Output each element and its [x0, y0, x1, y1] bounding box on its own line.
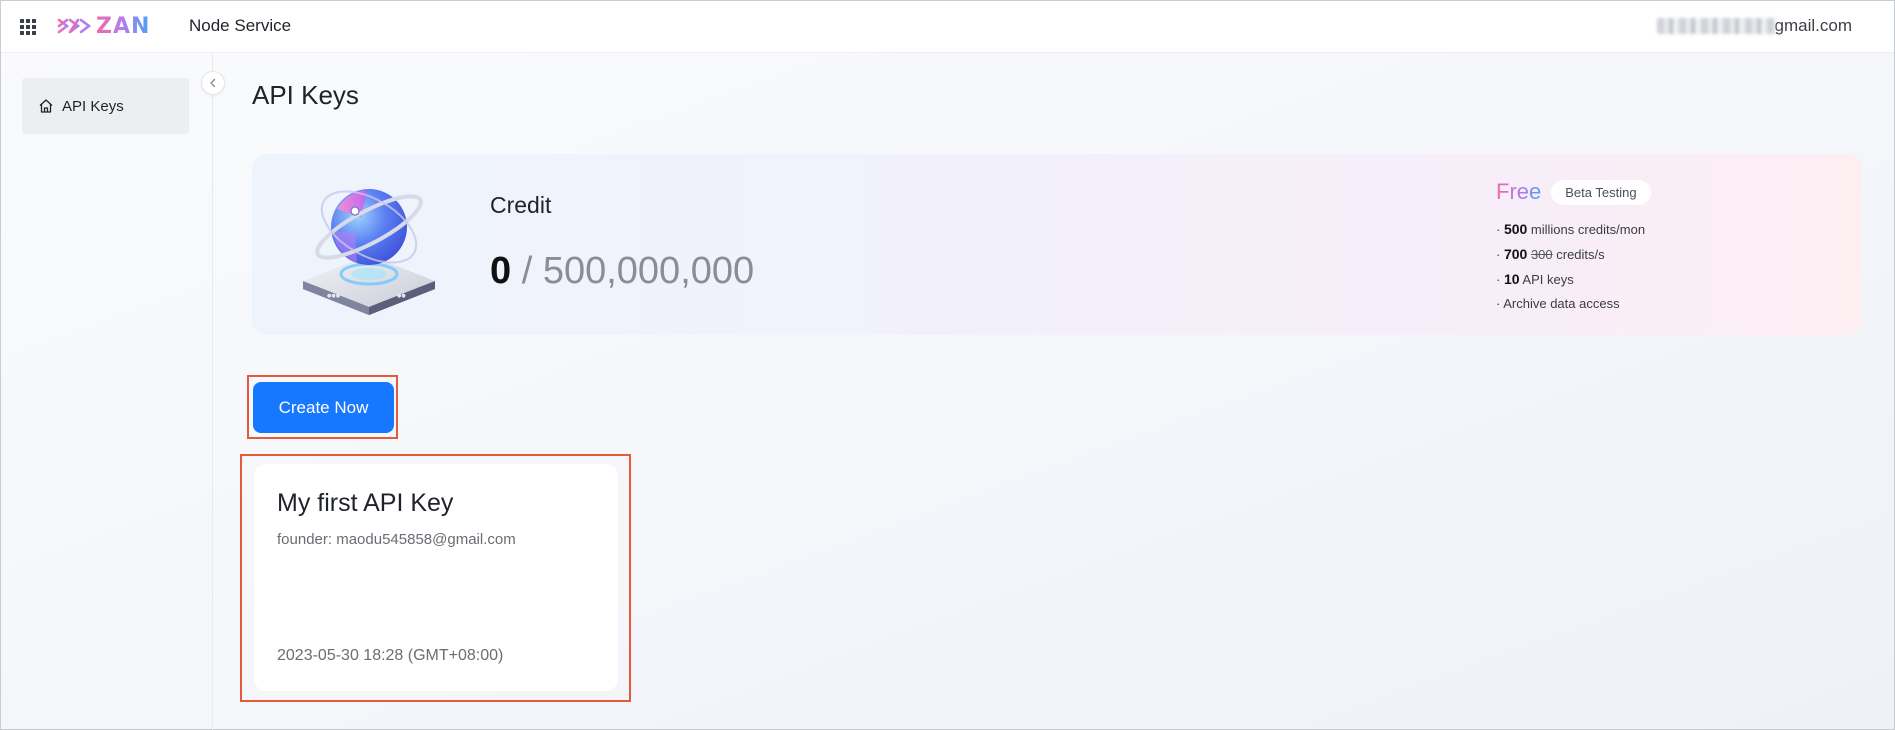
- plan-feature: · 700 300 credits/s: [1496, 246, 1605, 262]
- user-email-domain: gmail.com: [1774, 16, 1852, 35]
- plan-info: Free Beta Testing · 500 millions credits…: [1496, 179, 1696, 316]
- api-key-name: My first API Key: [277, 489, 454, 517]
- sidebar: API Keys: [1, 54, 213, 730]
- svg-text:●●: ●●: [397, 293, 406, 299]
- chevron-left-icon: [210, 78, 216, 88]
- credit-card: ●●● ●● Credit 0 / 500,000,000 Free Beta …: [252, 154, 1862, 335]
- credit-separator: /: [521, 250, 533, 292]
- svg-text:●●●: ●●●: [327, 293, 341, 299]
- plan-feature: · 500 millions credits/mon: [1496, 221, 1646, 237]
- sidebar-item-label: API Keys: [62, 97, 124, 115]
- user-email[interactable]: gmail.com: [1656, 16, 1852, 36]
- api-key-card[interactable]: My first API Key founder: maodu545858@gm…: [254, 464, 618, 691]
- credit-total-value: 500,000,000: [542, 250, 755, 292]
- zan-logo-mark-icon: [57, 18, 92, 34]
- plan-feature: · 10 API keys: [1496, 271, 1574, 287]
- credit-used-value: 0: [490, 250, 512, 292]
- credit-label: Credit: [490, 192, 552, 218]
- page-title: API Keys: [252, 80, 359, 110]
- logo-text: ZAN: [96, 13, 151, 39]
- plan-status-badge: Beta Testing: [1551, 179, 1651, 205]
- plan-feature-list: · 500 millions credits/mon · 700 300 cre…: [1496, 217, 1696, 316]
- api-key-founder: founder: maodu545858@gmail.com: [277, 531, 516, 548]
- plan-feature: · Archive data access: [1496, 296, 1620, 311]
- plan-name: Free: [1496, 179, 1542, 204]
- redacted-email-mask: [1656, 18, 1775, 34]
- zan-logo[interactable]: ZAN: [56, 13, 150, 39]
- credit-usage: 0 / 500,000,000: [490, 250, 754, 293]
- home-icon: [39, 99, 53, 113]
- app-title: Node Service: [189, 16, 292, 35]
- sidebar-collapse-button[interactable]: [201, 71, 225, 95]
- sidebar-item-api-keys[interactable]: API Keys: [22, 78, 189, 134]
- create-now-button[interactable]: Create Now: [253, 382, 394, 433]
- globe-server-illustration: ●●● ●●: [303, 189, 435, 315]
- top-header: ZAN Node Service gmail.com: [1, 1, 1894, 53]
- api-key-created-date: 2023-05-30 18:28 (GMT+08:00): [277, 647, 504, 664]
- apps-grid-icon[interactable]: [20, 19, 36, 35]
